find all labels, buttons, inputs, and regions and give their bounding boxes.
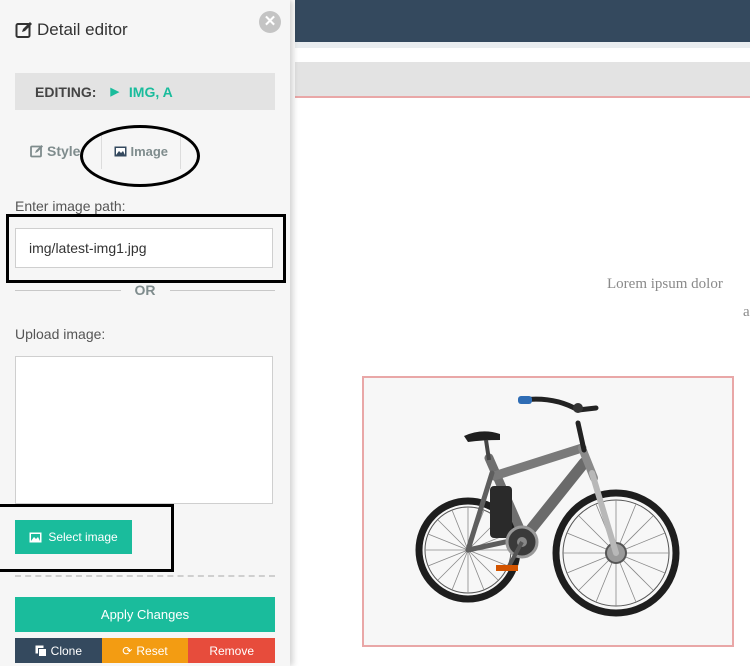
panel-title-text: Detail editor [37,20,128,39]
select-image-label: Select image [48,530,118,544]
upload-image-label: Upload image: [15,326,106,342]
element-actions: Clone ⟳ Reset Remove [15,638,276,663]
preview-lorem-text: Lorem ipsum dolor [607,276,723,292]
tab-style[interactable]: Style [15,133,95,169]
bike-handlebar [518,396,599,413]
edit-icon [15,22,32,38]
divider-line [15,289,121,291]
image-icon [29,532,42,542]
tab-style-label: Style [47,143,81,159]
tab-image[interactable]: Image [101,133,182,169]
clone-icon [35,645,47,657]
detail-editor-panel: Detail editor ✕ EDITING: ▶ IMG, A Style … [0,0,290,666]
or-divider: OR [15,282,275,298]
dashed-divider [15,575,275,577]
refresh-icon: ⟳ [122,643,133,658]
preview-gray-section[interactable] [295,62,750,98]
editing-indicator: EDITING: ▶ IMG, A [15,73,275,110]
preview-lorem-text-2: a [743,304,750,320]
remove-label: Remove [209,643,255,658]
editor-tabs: Style Image [15,133,182,169]
bike-battery [490,486,512,538]
clone-label: Clone [50,643,83,658]
tab-image-label: Image [130,143,169,159]
select-image-button[interactable]: Select image [15,520,132,554]
bike-seat [464,431,500,442]
editing-label: EDITING: [35,83,97,100]
reset-label: Reset [136,643,168,658]
image-path-input[interactable] [15,228,273,268]
image-icon [114,146,127,156]
electric-bicycle-image [415,396,680,617]
editing-target: IMG, A [128,83,173,100]
remove-button[interactable]: Remove [188,638,276,663]
image-path-label: Enter image path: [15,198,126,214]
close-button[interactable]: ✕ [259,11,281,33]
close-icon: ✕ [263,13,277,30]
preview-navbar-shadow [295,42,750,48]
divider-line [169,289,275,291]
play-arrow-icon: ▶ [110,86,119,98]
apply-changes-button[interactable]: Apply Changes [15,597,275,632]
or-text: OR [134,282,156,298]
panel-title: Detail editor [15,20,128,40]
preview-top-navbar [295,0,750,42]
reset-button[interactable]: ⟳ Reset [101,638,189,663]
edit-icon [30,145,43,158]
apply-changes-label: Apply Changes [100,607,190,622]
upload-image-dropzone[interactable] [15,356,273,504]
selected-bicycle-image[interactable] [362,376,734,647]
clone-button[interactable]: Clone [15,638,102,663]
